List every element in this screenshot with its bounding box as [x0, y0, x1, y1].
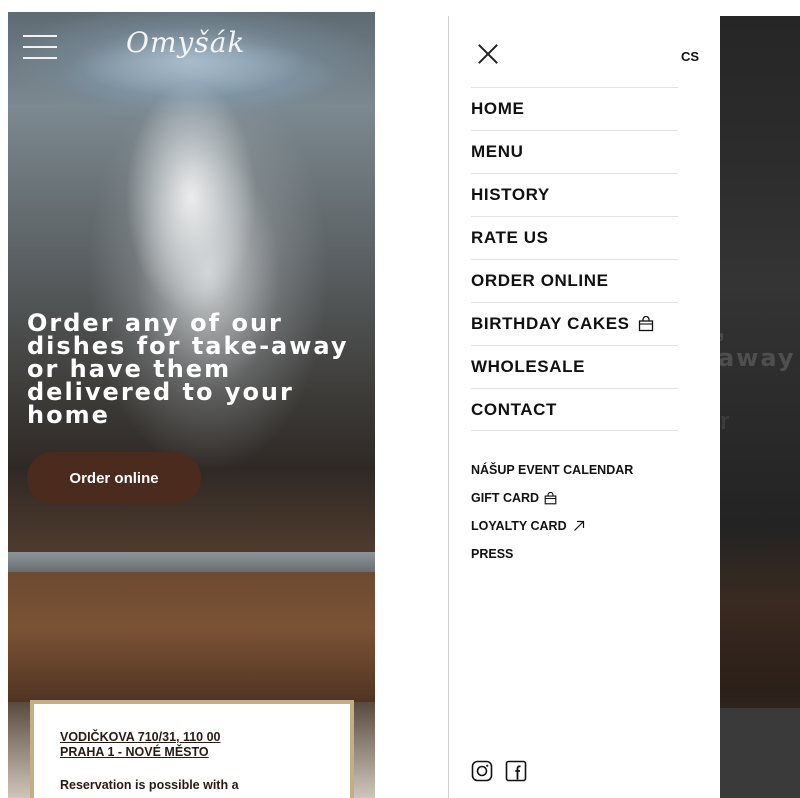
- secondary-nav: NÁŠUP EVENT CALENDAR GIFT CARD LOYALTY C…: [471, 456, 691, 568]
- nav-label: RATE US: [471, 228, 549, 247]
- home-screen: Omyšák Order any of our dishes for take-…: [8, 12, 375, 798]
- address-link[interactable]: VODIČKOVA 710/31, 110 00 PRAHA 1 - NOVÉ …: [60, 730, 324, 760]
- nav-item-wholesale[interactable]: WHOLESALE: [471, 345, 678, 388]
- background-card: [720, 708, 800, 798]
- shopping-bag-icon: [544, 491, 557, 504]
- nav-item-loyalty-card[interactable]: LOYALTY CARD: [471, 512, 691, 540]
- nav-label: ORDER ONLINE: [471, 271, 609, 290]
- nav-label: NÁŠUP EVENT CALENDAR: [471, 463, 634, 477]
- nav-label: WHOLESALE: [471, 357, 586, 376]
- nav-item-home[interactable]: HOME: [471, 87, 678, 130]
- nav-label: HOME: [471, 99, 525, 118]
- instagram-icon[interactable]: [471, 760, 493, 782]
- order-online-button[interactable]: Order online: [27, 452, 201, 504]
- main-nav: HOME MENU HISTORY RATE US ORDER ONLINE B…: [471, 87, 678, 431]
- nav-item-menu[interactable]: MENU: [471, 130, 678, 173]
- background-text: ,: [720, 316, 725, 344]
- bar-counter: [8, 572, 375, 712]
- shopping-bag-icon: [638, 316, 653, 332]
- nav-label: GIFT CARD: [471, 491, 540, 505]
- logo[interactable]: Omyšák: [126, 26, 245, 59]
- nav-item-gift-card[interactable]: GIFT CARD: [471, 484, 691, 512]
- nav-label: HISTORY: [471, 185, 550, 204]
- social-links: [471, 760, 527, 782]
- language-switch[interactable]: CS: [681, 49, 699, 64]
- nav-label: BIRTHDAY CAKES: [471, 314, 630, 333]
- hero-headline: Order any of our dishes for take-away or…: [27, 311, 372, 429]
- nav-label: CONTACT: [471, 399, 558, 419]
- nav-item-press[interactable]: PRESS: [471, 540, 691, 568]
- address-card: VODIČKOVA 710/31, 110 00 PRAHA 1 - NOVÉ …: [30, 700, 354, 798]
- address-line: VODIČKOVA 710/31, 110 00: [60, 730, 221, 744]
- nav-item-rate-us[interactable]: RATE US: [471, 216, 678, 259]
- nav-item-contact[interactable]: CONTACT: [471, 388, 678, 431]
- nav-item-birthday-cakes[interactable]: BIRTHDAY CAKES: [471, 302, 678, 345]
- headline-line: home: [27, 401, 110, 429]
- address-line: PRAHA 1 - NOVÉ MĚSTO: [60, 745, 209, 759]
- nav-item-event-calendar[interactable]: NÁŠUP EVENT CALENDAR: [471, 456, 691, 484]
- nav-label: PRESS: [471, 547, 514, 561]
- background-text: away: [720, 344, 796, 372]
- external-link-icon: [573, 520, 584, 531]
- close-icon[interactable]: [477, 43, 499, 65]
- hamburger-menu-icon[interactable]: [23, 35, 57, 59]
- reservation-text: Reservation is possible with a: [60, 778, 239, 792]
- background-text: r: [720, 408, 730, 435]
- nav-item-history[interactable]: HISTORY: [471, 173, 678, 216]
- facebook-icon[interactable]: [505, 760, 527, 782]
- nav-label: LOYALTY CARD: [471, 519, 567, 533]
- nav-item-order-online[interactable]: ORDER ONLINE: [471, 259, 678, 302]
- nav-label: MENU: [471, 142, 524, 161]
- menu-drawer: CS HOME MENU HISTORY RATE US ORDER ONLIN…: [449, 16, 720, 798]
- dimmed-background[interactable]: , away r: [720, 16, 800, 798]
- chandelier-image: [126, 82, 256, 312]
